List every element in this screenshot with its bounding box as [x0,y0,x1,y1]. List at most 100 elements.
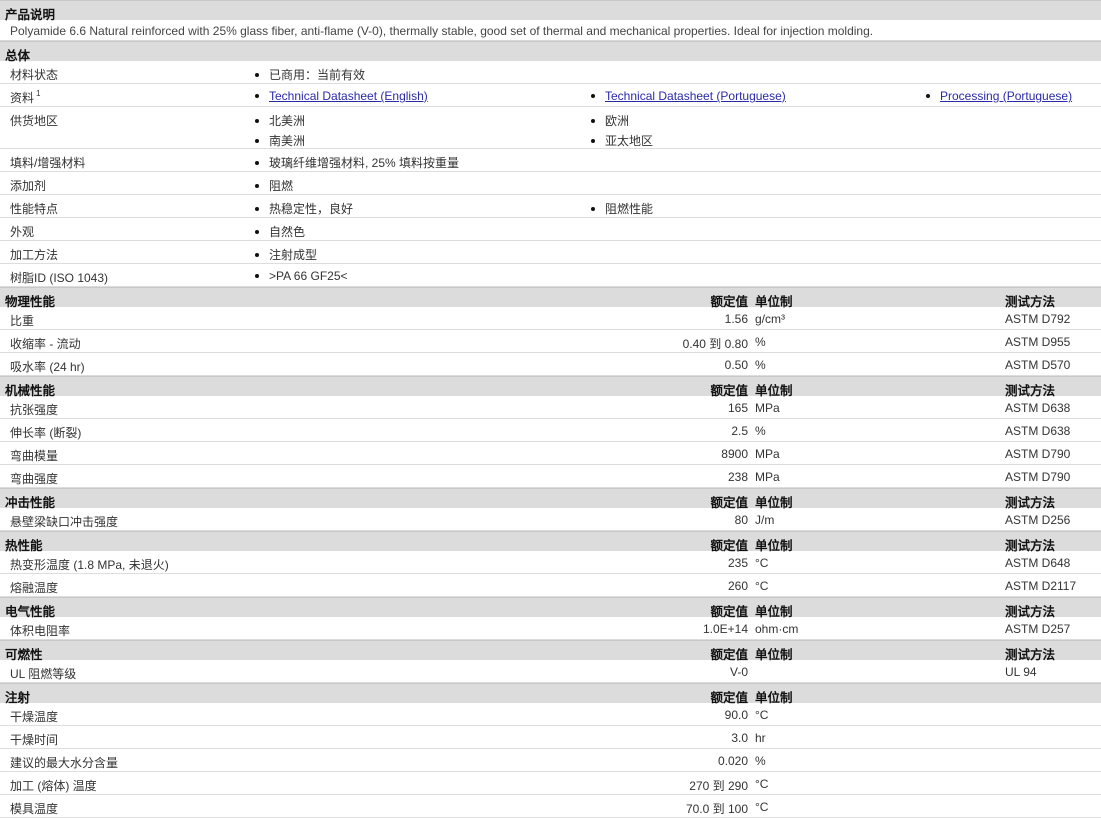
property-label: 伸长率 (断裂) [10,426,82,440]
test-method: ASTM D792 [1005,312,1071,326]
property-unit: °C [755,556,769,570]
property-row: 熔融温度 260 °C ASTM D2117 [0,574,1101,597]
property-value: 8900 [721,447,748,461]
property-value: 70.0 到 100 [685,802,748,816]
bullet-icon [591,206,595,211]
section-header-physical: 物理性能 额定值 单位制 测试方法 [0,287,1101,309]
row-label: 树脂ID (ISO 1043) [10,271,109,285]
item-text: 阻燃 [269,179,294,193]
property-label: 抗张强度 [10,403,59,417]
test-method: ASTM D638 [1005,401,1071,415]
property-label: 弯曲强度 [10,472,59,486]
property-row: 干燥时间 3.0 hr [0,726,1101,749]
row-label: 加工方法 [10,248,59,262]
list-item: Technical Datasheet (Portuguese) [591,89,786,103]
section-header-impact: 冲击性能 额定值 单位制 测试方法 [0,488,1101,510]
row-label: 资料 1 [10,89,40,106]
property-label: 比重 [10,314,35,328]
row-label: 填料/增强材料 [10,156,86,170]
property-unit: % [755,424,766,438]
bullet-icon [255,72,259,77]
property-value: 235 [727,556,748,570]
list-item: 已商用：当前有效 [255,66,365,83]
property-unit: °C [755,800,769,814]
bullet-icon [255,118,259,123]
list-item: 热稳定性，良好 [255,200,353,217]
list-item: Processing (Portuguese) [926,89,1072,103]
property-label: UL 阻燃等级 [10,667,77,681]
property-label: 干燥时间 [10,733,59,747]
general-row-processing: 加工方法 注射成型 [0,241,1101,264]
datasheet-page: 产品说明 Polyamide 6.6 Natural reinforced wi… [0,0,1101,818]
item-text: >PA 66 GF25< [269,269,348,283]
property-row: 吸水率 (24 hr) 0.50% ASTM D570 [0,353,1101,376]
test-method: ASTM D790 [1005,447,1071,461]
property-row: 干燥温度 90.0 °C [0,703,1101,726]
property-unit: °C [755,777,769,791]
section-header-product: 产品说明 [0,0,1101,22]
list-item: Technical Datasheet (English) [255,89,428,103]
row-label: 添加剂 [10,179,47,193]
section-header-injection: 注射 额定值 单位制 [0,683,1101,705]
property-row: 收缩率 - 流动 0.40 到 0.80% ASTM D955 [0,330,1101,353]
property-label: 建议的最大水分含量 [10,756,119,770]
item-text: 注射成型 [269,248,318,262]
item-text: 南美洲 [269,134,306,148]
general-row-status: 材料状态 已商用：当前有效 [0,61,1101,84]
property-value: 90.0 [724,708,748,722]
bullet-icon [926,94,930,98]
property-label: 热变形温度 (1.8 MPa, 未退火) [10,558,169,572]
property-label: 悬壁梁缺口冲击强度 [10,515,119,529]
general-row-docs: 资料 1 Technical Datasheet (English) Techni… [0,84,1101,107]
section-header-general: 总体 [0,41,1101,63]
list-item: 阻燃性能 [591,200,653,217]
test-method: ASTM D570 [1005,358,1071,372]
general-row-resin-id: 树脂ID (ISO 1043) >PA 66 GF25< [0,264,1101,287]
section-title: 产品说明 [5,8,56,22]
bullet-icon [255,94,259,98]
property-label: 熔融温度 [10,581,59,595]
list-item: 阻燃 [255,177,293,194]
item-text: 亚太地区 [605,134,654,148]
processing-portuguese-link[interactable]: Processing (Portuguese) [940,89,1072,103]
property-unit: % [755,358,766,372]
item-text: 北美洲 [269,114,306,128]
test-method: UL 94 [1005,665,1037,679]
section-header-thermal: 热性能 额定值 单位制 测试方法 [0,531,1101,553]
test-method: ASTM D955 [1005,335,1071,349]
general-row-features: 性能特点 热稳定性，良好 阻燃性能 [0,195,1101,218]
datasheet-english-link[interactable]: Technical Datasheet (English) [269,89,428,103]
property-label: 体积电阻率 [10,624,71,638]
row-label: 供货地区 [10,114,59,128]
property-unit: % [755,754,766,768]
item-text: 欧洲 [605,114,630,128]
property-unit: MPa [755,447,780,461]
property-value: 0.50 [724,358,748,372]
property-label: 吸水率 (24 hr) [10,360,85,374]
property-label: 弯曲模量 [10,449,59,463]
property-value: 0.020 [717,754,748,768]
property-row: 建议的最大水分含量 0.020% [0,749,1101,772]
property-row: 弯曲模量 8900 MPa ASTM D790 [0,442,1101,465]
property-row: 弯曲强度 238 MPa ASTM D790 [0,465,1101,488]
general-row-appearance: 外观 自然色 [0,218,1101,241]
property-row: 模具温度 70.0 到 100 °C [0,795,1101,818]
item-text: 阻燃性能 [605,202,654,216]
bullet-icon [591,94,595,98]
row-label: 材料状态 [10,68,59,82]
property-unit: °C [755,579,769,593]
bullet-icon [591,138,595,143]
datasheet-portuguese-link[interactable]: Technical Datasheet (Portuguese) [605,89,786,103]
test-method: ASTM D257 [1005,622,1071,636]
property-unit: ohm·cm [755,622,799,636]
property-unit: % [755,335,766,349]
list-item: 欧洲 [591,112,629,129]
bullet-icon [255,160,259,165]
property-unit: MPa [755,470,780,484]
bullet-icon [255,229,259,234]
property-value: V-0 [729,665,748,679]
property-row: UL 阻燃等级 V-0 UL 94 [0,660,1101,683]
property-value: 260 [727,579,748,593]
item-text: 热稳定性，良好 [269,202,354,216]
property-label: 干燥温度 [10,710,59,724]
